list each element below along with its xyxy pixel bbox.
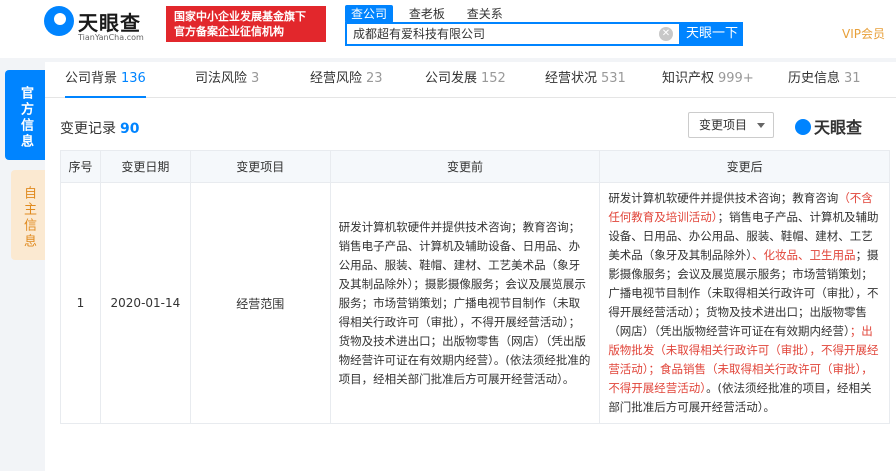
col-header-item: 变更项目 [189, 150, 331, 183]
tab-search-relation[interactable]: 查关系 [461, 5, 509, 23]
cell-after: 研发计算机软硬件并提供技术咨询；教育咨询（不含任何教育及培训活动）；销售电子产品… [599, 182, 890, 424]
tab-search-boss[interactable]: 查老板 [403, 5, 451, 23]
search-input-value: 成都超有爱科技有限公司 [353, 27, 486, 41]
nav-count: 999+ [718, 71, 754, 86]
col-header-before: 变更前 [329, 150, 601, 183]
nav-label: 历史信息 [788, 71, 841, 86]
nav-operating-status[interactable]: 经营状况 531 [545, 62, 626, 98]
nav-label: 公司背景 [65, 71, 118, 86]
nav-count: 136 [121, 71, 146, 86]
watermark-text: 天眼查 [814, 118, 863, 137]
nav-count: 23 [366, 71, 383, 86]
nav-company-development[interactable]: 公司发展 152 [425, 62, 506, 98]
nav-label: 经营风险 [310, 71, 363, 86]
cell-date: 2020-01-14 [99, 182, 191, 424]
nav-count: 152 [481, 71, 506, 86]
after-text-highlight: 、化妆品、卫生用品 [752, 248, 856, 262]
table-header-row: 序号 变更日期 变更项目 变更前 变更后 [60, 150, 890, 183]
logo-text: 天眼查 [78, 11, 141, 35]
side-tab-self[interactable]: 自主信息 [11, 170, 45, 260]
change-item-filter[interactable]: 变更项目 [688, 112, 774, 138]
promo-banner[interactable]: 国家中小企业发展基金旗下 官方备案企业征信机构 [166, 6, 326, 42]
category-nav: 公司背景 136 司法风险 3 经营风险 23 公司发展 152 经营状况 531 知识产… [45, 62, 896, 98]
filter-label: 变更项目 [699, 118, 748, 132]
vip-link[interactable]: VIP会员 [842, 25, 885, 42]
nav-count: 531 [601, 71, 626, 86]
section-title: 变更记录 90 [60, 118, 139, 138]
col-header-index: 序号 [60, 150, 101, 183]
side-tab-official[interactable]: 官方信息 [5, 70, 45, 160]
change-record-table: 序号 变更日期 变更项目 变更前 变更后 1 2020-01-14 经营范围 研… [60, 150, 890, 424]
nav-label: 司法风险 [195, 71, 248, 86]
nav-history-info[interactable]: 历史信息 31 [788, 62, 861, 98]
logo-eye-icon [795, 119, 811, 135]
cell-before: 研发计算机软硬件并提供技术咨询；教育咨询；销售电子产品、计算机及辅助设备、日用品… [329, 182, 601, 424]
nav-count: 31 [844, 71, 861, 86]
section-title-text: 变更记录 [60, 121, 116, 137]
site-logo[interactable]: 天眼查 TianYanCha.com [44, 6, 159, 46]
main-panel: 公司背景 136 司法风险 3 经营风险 23 公司发展 152 经营状况 531 知识产… [45, 62, 896, 471]
nav-label: 公司发展 [425, 71, 478, 86]
clear-icon[interactable]: ✕ [659, 27, 673, 41]
col-header-date: 变更日期 [99, 150, 191, 183]
table-row: 1 2020-01-14 经营范围 研发计算机软硬件并提供技术咨询；教育咨询；销… [60, 182, 890, 424]
nav-judicial-risk[interactable]: 司法风险 3 [195, 62, 259, 98]
nav-operating-risk[interactable]: 经营风险 23 [310, 62, 383, 98]
search-input[interactable]: 成都超有爱科技有限公司 ✕ [345, 22, 681, 46]
banner-line-1: 国家中小企业发展基金旗下 [174, 10, 306, 23]
col-header-after: 变更后 [599, 150, 890, 183]
after-text-part: 研发计算机软硬件并提供技术咨询；教育咨询 [608, 191, 839, 205]
nav-intellectual-property[interactable]: 知识产权 999+ [662, 62, 754, 98]
section-count: 90 [120, 121, 140, 137]
nav-count: 3 [251, 71, 260, 86]
watermark-logo: 天眼查 [795, 114, 862, 138]
nav-label: 经营状况 [545, 71, 598, 86]
nav-company-background[interactable]: 公司背景 136 [65, 62, 146, 98]
cell-index: 1 [60, 182, 101, 424]
chevron-down-icon [757, 123, 765, 128]
logo-subtext: TianYanCha.com [78, 33, 144, 42]
top-bar: 天眼查 TianYanCha.com 国家中小企业发展基金旗下 官方备案企业征信… [0, 0, 896, 58]
cell-item: 经营范围 [189, 182, 331, 424]
tab-search-company[interactable]: 查公司 [345, 5, 394, 23]
search-tabs: 查公司 查老板 查关系 [345, 5, 515, 23]
search-button[interactable]: 天眼一下 [681, 22, 743, 46]
nav-label: 知识产权 [662, 71, 715, 86]
logo-eye-icon [44, 6, 74, 36]
banner-line-2: 官方备案企业征信机构 [174, 25, 284, 38]
